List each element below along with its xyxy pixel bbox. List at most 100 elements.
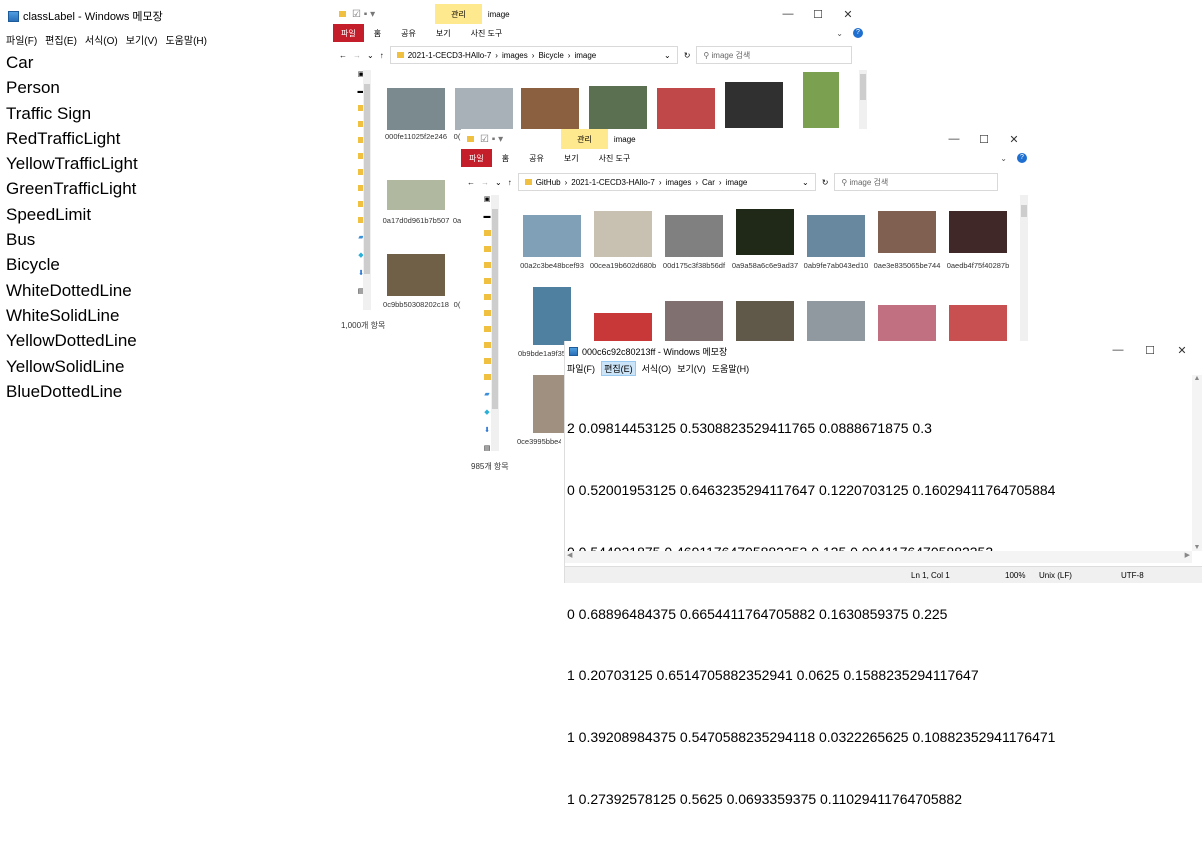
tab-file[interactable]: 파일 — [333, 24, 364, 42]
nav-scrollbar[interactable] — [363, 70, 371, 310]
scroll-thumb[interactable] — [364, 84, 370, 274]
image-thumbnail[interactable] — [387, 88, 445, 130]
image-thumbnail[interactable] — [387, 180, 445, 210]
menu-format[interactable]: 서식(O) — [85, 32, 118, 47]
tab-picture-tools[interactable]: 사진 도구 — [589, 153, 641, 164]
back-arrow-icon[interactable]: ← — [467, 178, 475, 187]
address-dropdown-icon[interactable]: ⌄ — [802, 178, 809, 187]
explorer1-titlebar[interactable]: ☑ ▪ ▾ 관리 image — ☐ ✕ — [333, 4, 869, 24]
breadcrumb-item[interactable]: images — [502, 51, 528, 60]
tab-home[interactable]: 홈 — [364, 28, 391, 39]
minimize-icon[interactable]: — — [773, 8, 803, 21]
horizontal-scrollbar[interactable]: ◀ ▶ — [565, 551, 1192, 563]
image-thumbnail[interactable] — [736, 301, 794, 341]
folder-icon[interactable] — [483, 358, 491, 364]
folder-icon[interactable] — [483, 230, 491, 236]
nav-scrollbar[interactable] — [491, 195, 499, 451]
menu-file[interactable]: 파일(F) — [567, 362, 595, 375]
image-thumbnail[interactable] — [523, 215, 581, 257]
menu-view[interactable]: 보기(V) — [126, 32, 158, 47]
image-thumbnail[interactable] — [657, 88, 715, 130]
image-thumbnail[interactable] — [387, 254, 445, 296]
image-thumbnail[interactable] — [807, 215, 865, 257]
tab-file[interactable]: 파일 — [461, 149, 492, 167]
scroll-right-icon[interactable]: ▶ — [1185, 551, 1190, 559]
network-icon[interactable]: ▰ — [484, 390, 489, 398]
refresh-icon[interactable]: ↻ — [684, 51, 691, 60]
help-icon[interactable]: ? — [853, 28, 863, 38]
3d-objects-icon[interactable]: ◆ — [484, 408, 489, 416]
menu-edit[interactable]: 편집(E) — [601, 360, 636, 376]
image-thumbnail[interactable] — [533, 287, 571, 345]
image-thumbnail[interactable] — [949, 211, 1007, 253]
help-icon[interactable]: ? — [1017, 153, 1027, 163]
image-thumbnail[interactable] — [878, 211, 936, 253]
folder-icon[interactable] — [483, 262, 491, 268]
image-thumbnail[interactable] — [665, 301, 723, 341]
recent-chevron-icon[interactable]: ⌄ — [367, 51, 374, 60]
tab-picture-tools[interactable]: 사진 도구 — [461, 28, 513, 39]
scroll-left-icon[interactable]: ◀ — [567, 551, 572, 559]
folder-icon[interactable] — [483, 326, 491, 332]
manage-context-tab[interactable]: 관리 — [561, 129, 608, 149]
image-thumbnail[interactable] — [725, 82, 783, 128]
menu-view[interactable]: 보기(V) — [677, 362, 706, 375]
menu-format[interactable]: 서식(O) — [642, 362, 672, 375]
breadcrumb-item[interactable]: 2021-1-CECD3-HAllo-7 — [571, 178, 655, 187]
maximize-icon[interactable]: ☐ — [803, 8, 833, 21]
scroll-thumb[interactable] — [1021, 205, 1027, 217]
minimize-icon[interactable]: — — [939, 133, 969, 146]
breadcrumb-item[interactable]: Bicycle — [538, 51, 563, 60]
close-icon[interactable]: ✕ — [833, 8, 863, 21]
search-box[interactable]: ⚲ image 검색 — [834, 173, 999, 191]
image-thumbnail[interactable] — [455, 88, 513, 130]
image-thumbnail[interactable] — [589, 86, 647, 130]
scroll-thumb[interactable] — [860, 74, 866, 100]
vertical-scrollbar[interactable]: ▲ ▼ — [1192, 375, 1202, 551]
address-dropdown-icon[interactable]: ⌄ — [664, 51, 671, 60]
content-scrollbar[interactable] — [1020, 195, 1028, 345]
notepad2-text-area[interactable]: 2 0.09814453125 0.5308823529411765 0.088… — [567, 377, 1055, 851]
breadcrumb-item[interactable]: images — [666, 178, 692, 187]
tab-share[interactable]: 공유 — [391, 28, 426, 39]
breadcrumb-item[interactable]: Car — [702, 178, 715, 187]
ribbon-expand-icon[interactable]: ⌄ — [826, 29, 853, 38]
refresh-icon[interactable]: ↻ — [822, 178, 829, 187]
tab-home[interactable]: 홈 — [492, 153, 519, 164]
breadcrumb-item[interactable]: image — [726, 178, 748, 187]
notepad1-titlebar[interactable]: classLabel - Windows 메모장 — [0, 0, 312, 32]
forward-arrow-icon[interactable]: → — [353, 51, 361, 60]
close-icon[interactable]: ✕ — [1166, 344, 1198, 357]
menu-help[interactable]: 도움말(H) — [165, 32, 206, 47]
breadcrumb-item[interactable]: GitHub — [536, 178, 561, 187]
image-thumbnail[interactable] — [949, 305, 1007, 341]
scroll-down-icon[interactable]: ▼ — [1192, 544, 1202, 551]
scroll-up-icon[interactable]: ▲ — [1192, 375, 1202, 382]
content-scrollbar[interactable] — [859, 70, 867, 130]
image-thumbnail[interactable] — [594, 313, 652, 341]
folder-icon[interactable] — [483, 246, 491, 252]
forward-arrow-icon[interactable]: → — [481, 178, 489, 187]
image-thumbnail[interactable] — [878, 305, 936, 341]
folder-icon[interactable] — [483, 342, 491, 348]
image-thumbnail[interactable] — [665, 215, 723, 257]
image-thumbnail[interactable] — [533, 375, 567, 433]
menu-file[interactable]: 파일(F) — [6, 32, 37, 47]
maximize-icon[interactable]: ☐ — [969, 133, 999, 146]
address-bar[interactable]: GitHub › 2021-1-CECD3-HAllo-7 › images › Ca… — [517, 173, 816, 191]
tab-view[interactable]: 보기 — [426, 28, 461, 39]
ribbon-expand-icon[interactable]: ⌄ — [990, 154, 1017, 163]
nav-item-icon[interactable]: ▣ — [484, 195, 491, 203]
folder-icon[interactable] — [483, 374, 491, 380]
maximize-icon[interactable]: ☐ — [1134, 344, 1166, 357]
image-thumbnail[interactable] — [807, 301, 865, 341]
breadcrumb-item[interactable]: image — [574, 51, 596, 60]
manage-context-tab[interactable]: 관리 — [435, 4, 482, 24]
recent-chevron-icon[interactable]: ⌄ — [495, 178, 502, 187]
quick-access-icon[interactable]: ☑ ▪ ▾ — [352, 9, 375, 20]
nav-item-icon[interactable]: ▬ — [484, 213, 491, 220]
up-arrow-icon[interactable]: ↑ — [380, 51, 384, 60]
up-arrow-icon[interactable]: ↑ — [508, 178, 512, 187]
menu-help[interactable]: 도움말(H) — [712, 362, 749, 375]
notepad1-text-area[interactable]: Car Person Traffic Sign RedTrafficLight … — [0, 46, 312, 408]
